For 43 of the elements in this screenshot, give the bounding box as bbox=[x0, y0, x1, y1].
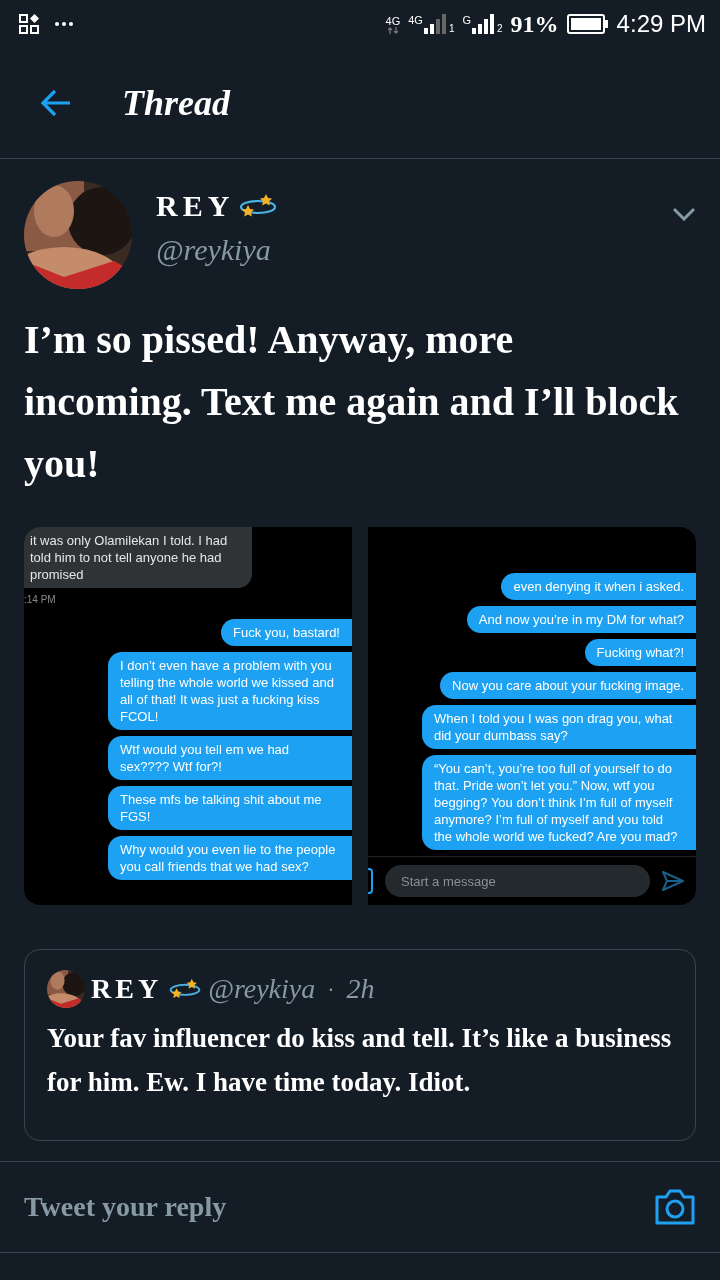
data-arrows-icon bbox=[387, 26, 398, 34]
battery-percent: 91% bbox=[510, 10, 559, 38]
message-bubble: These mfs be talking shit about me FGS! bbox=[108, 786, 352, 830]
page-title: Thread bbox=[122, 82, 230, 124]
message-bubble: Fucking what?! bbox=[584, 639, 696, 666]
orbit-stars-icon bbox=[168, 978, 203, 1000]
message-bubble: And now you’re in my DM for what? bbox=[466, 606, 696, 633]
network-label: 4G bbox=[385, 14, 401, 27]
reply-field[interactable]: Tweet your reply bbox=[24, 1191, 642, 1223]
network-label: 4G bbox=[408, 14, 423, 26]
message-bubble: Why would you even lie to the people you call friends that we had sex? bbox=[108, 836, 352, 880]
message-time: :14 PM bbox=[24, 594, 57, 605]
battery-icon bbox=[566, 14, 609, 34]
signal-icon bbox=[472, 14, 497, 34]
message-bubble: When I told you I was gon drag you, what did your dumbass say? bbox=[422, 705, 696, 749]
sim-number: 2 bbox=[497, 23, 503, 34]
apps-icon bbox=[18, 13, 40, 35]
display-name: REY bbox=[156, 189, 235, 223]
send-icon[interactable] bbox=[662, 871, 684, 891]
tweet-age: 2h bbox=[346, 973, 375, 1005]
message-bubble: Wtf would you tell em we had sex???? Wtf for?! bbox=[108, 736, 352, 780]
orbit-stars-icon bbox=[238, 193, 279, 219]
user-handle: @reykiya bbox=[208, 973, 316, 1005]
camera-icon[interactable] bbox=[654, 1188, 696, 1226]
user-handle: @reykiya bbox=[156, 233, 272, 267]
separator-dot: · bbox=[326, 976, 336, 1002]
message-bubble: Fuck you, bastard! bbox=[221, 619, 352, 646]
display-name: REY bbox=[91, 973, 163, 1005]
message-bubble: it was only Olamilekan I told. I had told him to not tell anyone he had promised bbox=[24, 527, 252, 588]
more-icon bbox=[54, 21, 74, 27]
quoted-tweet[interactable]: REY @reykiya · 2h Your fav influencer do kiss and tell. It’s like a business for him. Ew. I have time today. Idiot. bbox=[24, 949, 696, 1141]
message-field[interactable]: Start a message bbox=[385, 865, 650, 897]
message-bubble: “You can’t, you’re too full of yourself to do that. Pride won’t let you.” Now, wtf you begging? You don’t think I’m full of myself anymore? I’m full of myself and you told the whole world we fucked? Are you mad? bbox=[422, 755, 696, 850]
network-label: G bbox=[462, 14, 472, 26]
clock: 4:29 PM bbox=[616, 10, 706, 38]
message-bubble: Now you care about your fucking image. bbox=[440, 672, 696, 699]
chevron-down-icon[interactable] bbox=[672, 207, 696, 221]
message-bubble: I don’t even have a problem with you telling the whole world we kissed and all of that! It was just a fucking kiss FCOL! bbox=[108, 652, 352, 730]
message-bubble: even denying it when i asked. bbox=[501, 573, 696, 600]
quoted-text: Your fav influencer do kiss and tell. It’s like a business for him. Ew. I have time today. Idiot. bbox=[47, 1022, 673, 1099]
tweet-text: I’m so pissed! Anyway, more incoming. Text me again and I’ll block you! bbox=[24, 316, 680, 488]
sim-number: 1 bbox=[448, 23, 455, 34]
signal-icon bbox=[423, 14, 448, 34]
